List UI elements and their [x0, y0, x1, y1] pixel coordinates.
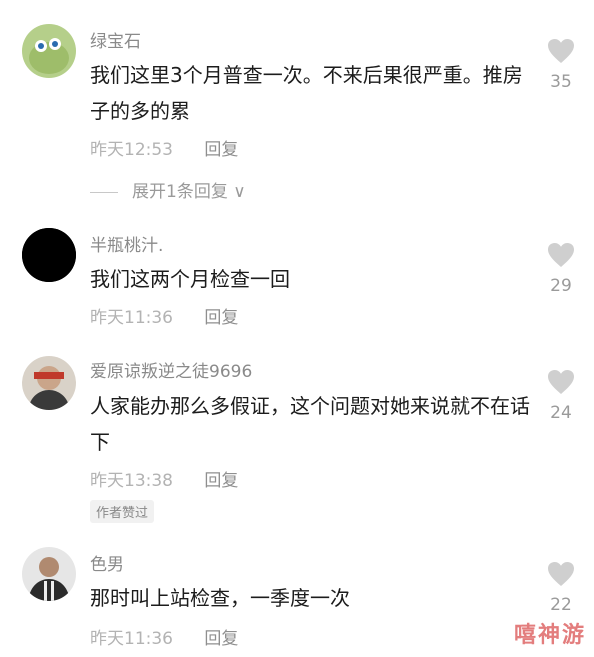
heart-icon	[548, 562, 574, 586]
avatar[interactable]	[22, 547, 76, 601]
heart-icon	[548, 39, 574, 63]
timestamp: 昨天11:36	[90, 629, 173, 649]
reply-button[interactable]: 回复	[204, 629, 238, 649]
avatar[interactable]	[22, 24, 76, 78]
avatar-image	[22, 228, 76, 282]
comment-meta: 昨天13:38 回复	[90, 466, 238, 491]
expand-label: 展开1条回复	[132, 182, 228, 202]
heart-icon	[548, 243, 574, 267]
reply-button[interactable]: 回复	[204, 471, 238, 491]
timestamp: 昨天11:36	[90, 308, 173, 328]
username[interactable]: 爱原谅叛逆之徒9696	[90, 357, 252, 382]
like-button[interactable]: 29	[543, 242, 579, 296]
comment-meta: 昨天12:53 回复	[90, 135, 238, 160]
like-count: 29	[550, 276, 572, 296]
divider	[90, 191, 118, 193]
comment-meta: 昨天11:36 回复	[90, 303, 238, 328]
username[interactable]: 半瓶桃汁.	[90, 231, 163, 256]
reply-button[interactable]: 回复	[204, 308, 238, 328]
username[interactable]: 色男	[90, 550, 124, 575]
avatar-image	[22, 24, 76, 78]
expand-replies-button[interactable]: 展开1条回复 ∨	[90, 177, 246, 202]
username[interactable]: 绿宝石	[90, 27, 141, 52]
avatar[interactable]	[22, 356, 76, 410]
avatar-image	[22, 547, 76, 601]
watermark-logo: 嘻神游	[513, 623, 586, 648]
like-count: 22	[550, 595, 572, 615]
like-count: 35	[550, 72, 572, 92]
like-button[interactable]: 35	[543, 38, 579, 92]
like-button[interactable]: 24	[543, 369, 579, 423]
reply-button[interactable]: 回复	[204, 140, 238, 160]
timestamp: 昨天12:53	[90, 140, 173, 160]
like-count: 24	[550, 403, 572, 423]
like-button[interactable]: 22	[543, 561, 579, 615]
comment-meta: 昨天11:36 回复	[90, 624, 238, 649]
timestamp: 昨天13:38	[90, 471, 173, 491]
comment-text: 我们这里3个月普查一次。不来后果很严重。推房子的多的累	[90, 63, 523, 123]
avatar-image	[22, 356, 76, 410]
author-liked-badge: 作者赞过	[90, 500, 155, 523]
heart-icon	[548, 370, 574, 394]
comment-text: 我们这两个月检查一回	[90, 267, 290, 291]
chevron-down-icon: ∨	[227, 182, 246, 202]
comment-text: 那时叫上站检查，一季度一次	[90, 586, 350, 610]
comment-text: 人家能办那么多假证，这个问题对她来说就不在话下	[90, 394, 530, 454]
avatar[interactable]	[22, 228, 76, 282]
